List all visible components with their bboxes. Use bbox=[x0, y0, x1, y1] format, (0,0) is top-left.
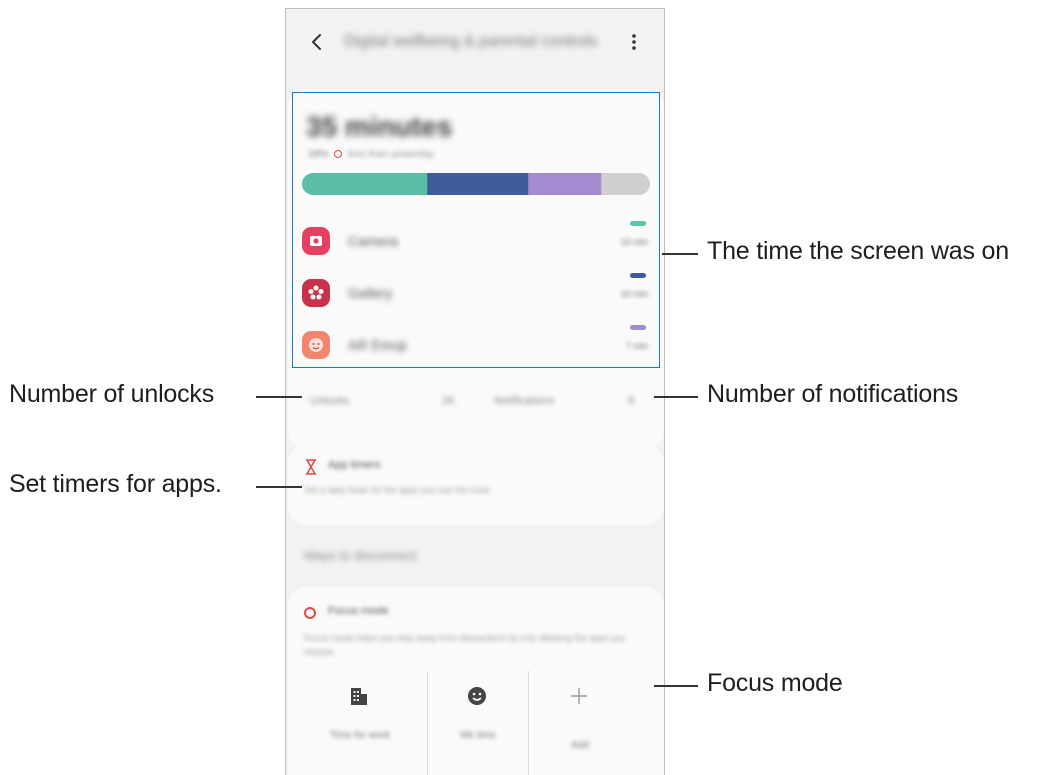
face-icon bbox=[302, 331, 330, 359]
flower-icon bbox=[302, 279, 330, 307]
comparison-dot-icon bbox=[334, 150, 343, 159]
top-app-bar: Digital wellbeing & parental controls bbox=[286, 9, 664, 75]
mode-divider bbox=[528, 671, 529, 775]
notifications-label: Notifications bbox=[494, 395, 554, 407]
more-options-icon[interactable] bbox=[624, 31, 644, 53]
usage-bar-chart[interactable] bbox=[302, 173, 650, 195]
app-time: 7 min bbox=[625, 341, 648, 351]
back-arrow-icon[interactable] bbox=[306, 31, 328, 53]
app-row-camera[interactable]: Camera 10 min bbox=[302, 221, 650, 261]
mode-label: Time for work bbox=[329, 730, 391, 741]
callout-notifications: Number of notifications bbox=[707, 380, 959, 408]
callout-line bbox=[662, 253, 698, 255]
usage-swatch bbox=[630, 325, 646, 330]
app-name: AR Emoji bbox=[348, 337, 407, 353]
app-timers-description: Set a daily timer for the apps you use t… bbox=[304, 485, 490, 495]
app-time: 10 min bbox=[620, 237, 648, 247]
notifications-value: 8 bbox=[628, 395, 635, 407]
mode-time-for-work[interactable]: Time for work bbox=[310, 675, 410, 775]
focus-mode-title: Focus mode bbox=[328, 605, 389, 617]
callout-line bbox=[256, 486, 302, 488]
focus-mode-card[interactable]: Focus mode Focus mode helps you stay awa… bbox=[288, 587, 664, 775]
usage-segment-gallery bbox=[427, 173, 529, 195]
callout-line bbox=[654, 396, 698, 398]
mode-add[interactable]: Add bbox=[530, 675, 630, 775]
mode-label: Add bbox=[571, 740, 589, 751]
callout-line bbox=[256, 396, 302, 398]
phone-screen: Digital wellbeing & parental controls 35… bbox=[285, 8, 665, 775]
camera-icon bbox=[302, 227, 330, 255]
comparison-percent: 18% bbox=[308, 149, 329, 160]
smiley-icon bbox=[468, 687, 486, 705]
comparison-text: less than yesterday bbox=[348, 149, 435, 160]
app-name: Gallery bbox=[348, 285, 393, 301]
app-title: Digital wellbeing & parental controls bbox=[344, 33, 598, 50]
usage-segment-camera bbox=[302, 173, 428, 195]
total-screen-time: 35 minutes bbox=[306, 111, 453, 142]
focus-mode-description: Focus mode helps you stay away from dist… bbox=[304, 633, 626, 657]
section-title: Ways to disconnect bbox=[304, 548, 417, 563]
unlocks-label: Unlocks bbox=[310, 395, 350, 407]
app-time: 10 min bbox=[620, 289, 648, 299]
app-row-ar-emoji[interactable]: AR Emoji 7 min bbox=[302, 325, 650, 365]
plus-icon bbox=[571, 688, 587, 704]
app-row-gallery[interactable]: Gallery 10 min bbox=[302, 273, 650, 313]
usage-swatch bbox=[630, 221, 646, 226]
callout-timers: Set timers for apps. bbox=[9, 470, 222, 498]
app-timers-title: App timers bbox=[328, 459, 381, 471]
focus-ring-icon bbox=[304, 607, 316, 619]
app-name: Camera bbox=[348, 233, 398, 249]
comparison-line: 18% less than yesterday bbox=[308, 149, 434, 160]
unlocks-value: 26 bbox=[442, 395, 455, 407]
building-icon bbox=[351, 688, 367, 705]
hourglass-icon bbox=[306, 459, 316, 475]
callout-unlocks: Number of unlocks bbox=[9, 380, 215, 408]
callout-focus: Focus mode bbox=[707, 669, 843, 697]
app-timers-card[interactable]: App timers Set a daily timer for the app… bbox=[288, 445, 664, 525]
stats-row: Unlocks 26 Notifications 8 bbox=[302, 391, 652, 415]
callout-screen-time: The time the screen was on bbox=[707, 237, 1009, 265]
usage-swatch bbox=[630, 273, 646, 278]
mode-label: Me time bbox=[460, 730, 496, 741]
usage-segment-other bbox=[601, 173, 650, 195]
mode-me-time[interactable]: Me time bbox=[428, 675, 528, 775]
callout-line bbox=[654, 685, 698, 687]
usage-segment-ar-emoji bbox=[528, 173, 602, 195]
